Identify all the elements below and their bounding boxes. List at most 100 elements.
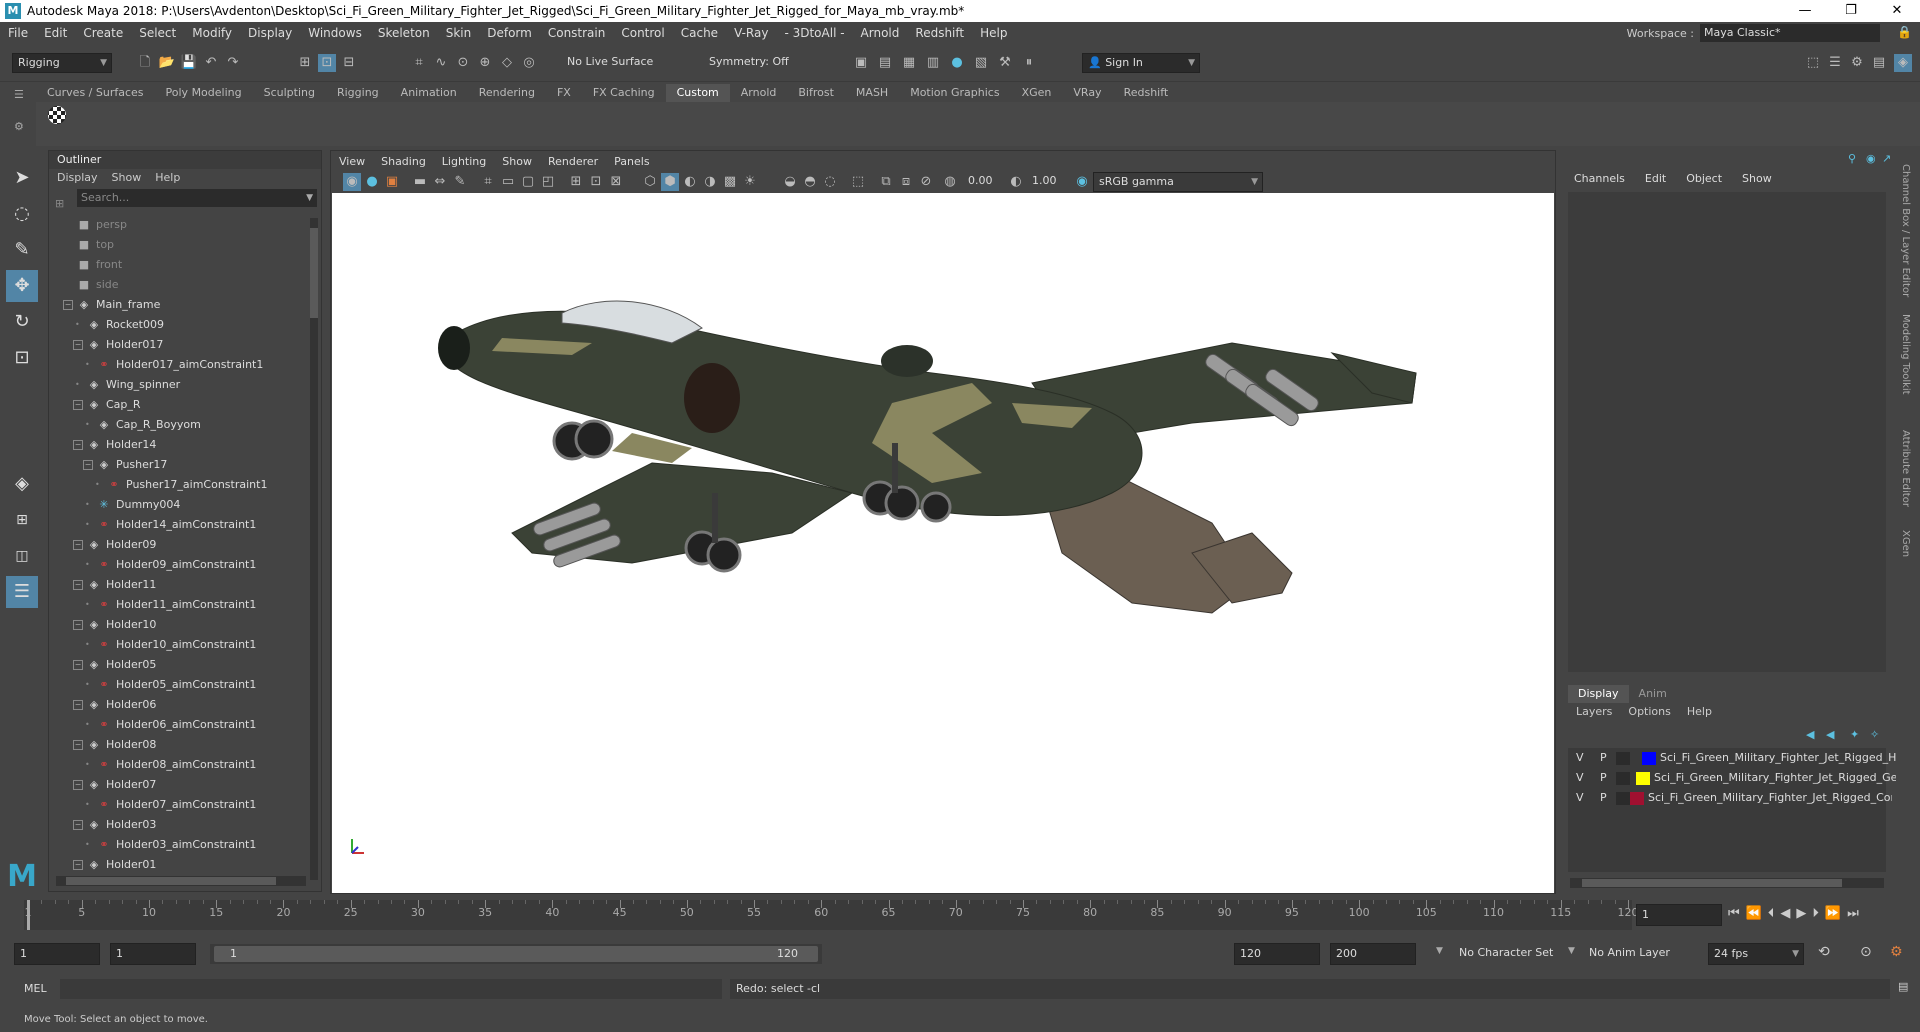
outliner-row[interactable]: − ◈ Cap_R [51, 395, 305, 415]
outliner-row[interactable]: − ◈ Pusher17 [51, 455, 305, 475]
snap-point-icon[interactable]: ⊙ [454, 54, 472, 72]
select-hierarchy-icon[interactable]: ⊞ [296, 54, 314, 72]
outliner-menu-show[interactable]: Show [112, 169, 142, 187]
go-to-start-icon[interactable]: ⏮ [1728, 906, 1740, 921]
step-back-frame-icon[interactable]: ⏴ [1768, 906, 1775, 921]
shelf-tab-rendering[interactable]: Rendering [468, 84, 546, 102]
layer-tab-anim[interactable]: Anim [1629, 685, 1677, 703]
expand-collapse-toggle[interactable]: − [73, 340, 83, 350]
outliner-row[interactable]: • ⚭ Holder11_aimConstraint1 [51, 595, 305, 615]
outliner-row[interactable]: • ⚭ Holder07_aimConstraint1 [51, 795, 305, 815]
snap-grid-icon[interactable]: ⌗ [410, 54, 428, 72]
shelf-tab-curves-surfaces[interactable]: Curves / Surfaces [36, 84, 155, 102]
snap-vertex-icon[interactable]: ◎ [520, 54, 538, 72]
scrollbar-thumb[interactable] [66, 877, 276, 885]
anim-start-field[interactable]: 1 [110, 943, 196, 965]
menu-set-dropdown[interactable]: Rigging ▼ [12, 53, 112, 73]
menu-item-constrain[interactable]: Constrain [540, 26, 614, 40]
channel-box-menu-channels[interactable]: Channels [1574, 172, 1625, 185]
isolate-select-icon[interactable]: ⬚ [849, 173, 867, 191]
gate-mask-icon[interactable]: ◰ [539, 173, 557, 191]
camera-attributes-icon[interactable]: ● [363, 173, 381, 191]
vray-ipr-icon[interactable]: ⚒ [996, 54, 1014, 72]
maximize-button[interactable]: ❐ [1828, 0, 1874, 22]
smooth-shade-icon[interactable]: ⬢ [661, 173, 679, 191]
layer-menu-help[interactable]: Help [1687, 703, 1712, 721]
range-slider-bar[interactable]: 1 120 [214, 946, 818, 962]
outliner-row[interactable]: − ◈ Holder11 [51, 575, 305, 595]
move-tool-icon[interactable]: ✥ [6, 270, 38, 302]
outliner-row[interactable]: • ⚭ Holder14_aimConstraint1 [51, 515, 305, 535]
expand-collapse-toggle[interactable]: − [83, 460, 93, 470]
outliner-row[interactable]: • ⚭ Holder09_aimConstraint1 [51, 555, 305, 575]
viewport-menu-renderer[interactable]: Renderer [548, 155, 598, 168]
anti-aliasing-icon[interactable]: ◌ [821, 173, 839, 191]
resolution-gate-icon[interactable]: ▢ [519, 173, 537, 191]
start-time-field[interactable]: 1 [14, 943, 100, 965]
viewport-menu-shading[interactable]: Shading [381, 155, 426, 168]
shelf-tab-custom[interactable]: Custom [665, 84, 730, 102]
outliner-row[interactable]: − ◈ Main_frame [51, 295, 305, 315]
new-layer-icon[interactable]: ✦ [1850, 728, 1859, 741]
outliner-row[interactable]: − ◈ Holder05 [51, 655, 305, 675]
character-set-dropdown[interactable]: No Character Set [1454, 943, 1564, 965]
render-current-frame-icon[interactable]: ▣ [852, 54, 870, 72]
shelf-tab-poly-modeling[interactable]: Poly Modeling [155, 84, 253, 102]
outliner-row[interactable]: ■ top [51, 235, 305, 255]
outliner-row[interactable]: ■ front [51, 255, 305, 275]
save-scene-icon[interactable]: 💾 [180, 54, 198, 72]
channel-box-menu-object[interactable]: Object [1686, 172, 1722, 185]
expand-collapse-toggle[interactable]: − [73, 700, 83, 710]
filter-icon[interactable]: ⊞ [55, 197, 64, 210]
checker-shader-icon[interactable] [48, 106, 66, 124]
menu-item-file[interactable]: File [0, 26, 36, 40]
step-forward-frame-icon[interactable]: ⏵ [1812, 906, 1819, 921]
layer-type-toggle[interactable] [1616, 752, 1630, 765]
pause-render-icon[interactable]: ⏸ [1020, 54, 1038, 72]
animation-preferences-icon[interactable]: ⚙ [1890, 944, 1903, 960]
menu-item-redshift[interactable]: Redshift [907, 26, 972, 40]
lights-icon[interactable]: ☀ [741, 173, 759, 191]
scrollbar-thumb[interactable] [1582, 879, 1842, 887]
outliner-vertical-scrollbar[interactable] [310, 218, 318, 880]
anim-end-field[interactable]: 200 [1330, 943, 1416, 965]
chevron-down-icon[interactable]: ▼ [1568, 946, 1575, 956]
outliner-row[interactable]: − ◈ Holder10 [51, 615, 305, 635]
minimize-button[interactable]: — [1782, 0, 1828, 22]
outliner-row[interactable]: • ✳ Dummy004 [51, 495, 305, 515]
auto-key-icon[interactable]: ⊙ [1860, 944, 1872, 960]
time-slider-track[interactable]: 1510152025303540455055606570758085909510… [24, 900, 1639, 930]
shelf-tab-rigging[interactable]: Rigging [326, 84, 390, 102]
wireframe-icon[interactable]: ⬡ [641, 173, 659, 191]
chevron-down-icon[interactable]: ▼ [306, 189, 313, 207]
shelf-tab-motion-graphics[interactable]: Motion Graphics [899, 84, 1010, 102]
xray-icon[interactable]: ▩ [721, 173, 739, 191]
step-forward-key-icon[interactable]: ⏩ [1825, 906, 1841, 921]
layer-row[interactable]: V P Sci_Fi_Green_Military_Fighter_Jet_Rigg… [1568, 768, 1898, 788]
outliner-row[interactable]: • ⚭ Holder017_aimConstraint1 [51, 355, 305, 375]
menu-item-edit[interactable]: Edit [36, 26, 75, 40]
viewport-menu-lighting[interactable]: Lighting [442, 155, 486, 168]
safe-action-icon[interactable]: ⊡ [587, 173, 605, 191]
layer-visibility-toggle[interactable]: V [1576, 748, 1584, 768]
outliner-row[interactable]: − ◈ Holder14 [51, 435, 305, 455]
shelf-tab-vray[interactable]: VRay [1062, 84, 1112, 102]
settings-icon[interactable]: ↗ [1882, 152, 1891, 165]
viewport-menu-panels[interactable]: Panels [614, 155, 649, 168]
shelf-tab-fx-caching[interactable]: FX Caching [582, 84, 666, 102]
outliner-row[interactable]: − ◈ Holder09 [51, 535, 305, 555]
outliner-row[interactable]: • ⚭ Holder05_aimConstraint1 [51, 675, 305, 695]
side-tab-channel-box-layer-editor[interactable]: Channel Box / Layer Editor [1900, 164, 1911, 297]
snap-surface-icon[interactable]: ◇ [498, 54, 516, 72]
field-chart-icon[interactable]: ⊞ [567, 173, 585, 191]
lock-icon[interactable]: 🔒 [1897, 25, 1912, 39]
chevron-down-icon[interactable]: ▼ [1436, 946, 1443, 956]
script-language-button[interactable]: MEL [24, 982, 47, 995]
redo-icon[interactable]: ↷ [224, 54, 242, 72]
channel-box-menu-edit[interactable]: Edit [1645, 172, 1666, 185]
open-scene-icon[interactable]: 📂 [158, 54, 176, 72]
menu-item-skin[interactable]: Skin [438, 26, 480, 40]
symmetry-dropdown[interactable]: Symmetry: Off [704, 53, 804, 73]
anim-layer-dropdown[interactable]: No Anim Layer [1584, 943, 1684, 965]
safe-title-icon[interactable]: ⊠ [607, 173, 625, 191]
